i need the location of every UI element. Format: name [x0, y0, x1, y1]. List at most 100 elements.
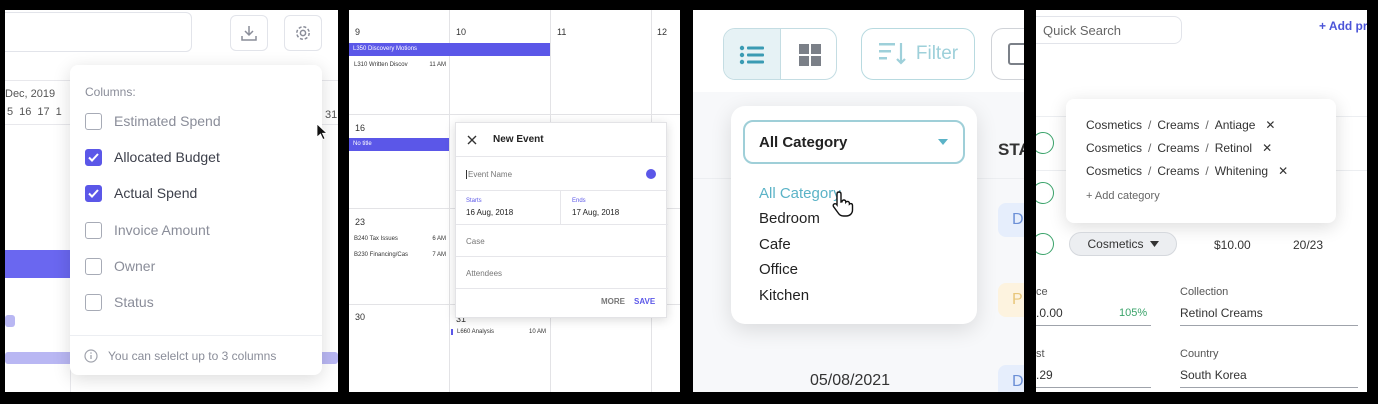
divider	[560, 191, 561, 225]
category-option[interactable]: Bedroom	[759, 210, 820, 227]
checkbox-checked[interactable]	[85, 148, 102, 166]
dialog-header: New Event	[456, 123, 668, 157]
tag-part: Cosmetics	[1086, 141, 1143, 155]
calendar-event[interactable]: B230 Financing/Cas 7 AM	[354, 252, 446, 258]
date-number: 16	[355, 123, 366, 133]
category-chip[interactable]: Cosmetics	[1069, 232, 1177, 256]
status-toggle[interactable]	[1036, 182, 1054, 204]
close-icon[interactable]	[467, 135, 477, 145]
day-number: 17	[37, 106, 50, 118]
column-option[interactable]: Invoice Amount	[85, 220, 210, 240]
new-event-dialog: New Event Event Name Starts 16 Aug, 2018…	[455, 122, 668, 318]
column-option[interactable]: Status	[85, 292, 154, 312]
month-label: Dec, 2019	[5, 88, 56, 100]
download-button[interactable]	[230, 15, 268, 51]
option-label: Estimated Spend	[114, 113, 221, 129]
quick-search-input[interactable]: Quick Search	[1036, 16, 1182, 44]
status-toggle[interactable]	[1036, 233, 1054, 255]
ends-value[interactable]: 17 Aug, 2018	[572, 208, 619, 217]
checkbox-checked[interactable]	[85, 184, 102, 202]
event-name: B230 Financing/Cas	[354, 252, 409, 258]
field-underline	[1036, 325, 1151, 326]
column-option[interactable]: Actual Spend	[85, 183, 197, 203]
hand-cursor-icon	[832, 191, 854, 217]
category-option[interactable]: All Category	[759, 185, 841, 202]
search-input[interactable]	[5, 12, 192, 52]
chip-label: Cosmetics	[1087, 237, 1144, 251]
tag-part: Retinol	[1214, 141, 1253, 155]
grid-line	[449, 10, 450, 392]
event-name-field[interactable]: Event Name	[456, 157, 668, 191]
calendar-event[interactable]: B240 Tax Issues 6 AM	[354, 236, 446, 242]
status-badge: P	[998, 283, 1024, 317]
case-field[interactable]: Case	[456, 225, 668, 257]
column-option[interactable]: Allocated Budget	[85, 147, 220, 167]
select-value: All Category	[759, 133, 848, 151]
event-time: 6 AM	[432, 236, 446, 242]
color-dot[interactable]	[646, 169, 656, 179]
price-value[interactable]: .0.00	[1036, 306, 1063, 320]
save-button[interactable]: SAVE	[634, 297, 655, 306]
gantt-bar[interactable]	[5, 250, 75, 278]
event-time: 7 AM	[432, 252, 446, 258]
stock-ratio: 20/23	[1293, 238, 1324, 252]
event-name-placeholder: Event Name	[466, 170, 513, 179]
checkbox[interactable]	[85, 112, 102, 130]
category-select[interactable]: All Category	[743, 120, 965, 164]
tag-part: Cosmetics	[1086, 118, 1143, 132]
calendar-event[interactable]: L660 Analysis 10 AM	[451, 329, 546, 335]
list-view-button[interactable]	[724, 29, 781, 79]
columns-title: Columns:	[85, 85, 136, 99]
day-number: 31	[325, 109, 338, 121]
calendar-event[interactable]: No title	[349, 138, 449, 151]
gantt-bar[interactable]	[5, 315, 15, 327]
caret-down-icon	[938, 139, 948, 145]
more-button[interactable]: MORE	[601, 297, 625, 306]
category-option[interactable]: Office	[759, 261, 798, 278]
info-icon	[84, 348, 98, 363]
calendar-event[interactable]: L310 Written Discov 11 AM	[354, 62, 446, 68]
option-label: Status	[114, 294, 154, 310]
export-icon	[1008, 43, 1024, 65]
grid-view-button[interactable]	[782, 29, 836, 79]
starts-value[interactable]: 16 Aug, 2018	[466, 208, 513, 217]
category-tag: Cosmetics / Creams / Whitening ✕	[1086, 164, 1289, 178]
collection-value[interactable]: Retinol Creams	[1180, 306, 1263, 320]
checkbox[interactable]	[85, 257, 102, 275]
checkbox[interactable]	[85, 221, 102, 239]
checkbox[interactable]	[85, 293, 102, 311]
field-underline	[1180, 387, 1358, 388]
price-cell: $10.00	[1214, 238, 1251, 252]
filter-button[interactable]: Filter	[861, 28, 975, 80]
columns-dropdown: Columns: Estimated Spend Allocated Budge…	[70, 65, 322, 375]
cost-value[interactable]: .29	[1036, 368, 1053, 382]
caret-down-icon	[1149, 241, 1159, 247]
attendees-field[interactable]: Attendees	[456, 257, 668, 289]
footer-note: You can selelct up to 3 columns	[108, 348, 277, 363]
option-label: Owner	[114, 258, 156, 274]
remove-tag-icon[interactable]: ✕	[1278, 164, 1288, 178]
calendar-event[interactable]: L350 Discovery Motions	[349, 43, 550, 56]
day-numbers: 5 16 17 1	[7, 106, 62, 118]
country-value[interactable]: South Korea	[1180, 368, 1247, 382]
settings-button[interactable]	[284, 15, 322, 51]
column-option[interactable]: Owner	[85, 256, 155, 276]
add-category-link[interactable]: + Add category	[1086, 190, 1160, 202]
filter-label: Filter	[915, 43, 959, 64]
remove-tag-icon[interactable]: ✕	[1262, 141, 1272, 155]
add-product-button[interactable]: + Add pr	[1319, 19, 1367, 33]
grid-icon	[799, 44, 821, 66]
day-number: 1	[55, 106, 62, 118]
ends-label: Ends	[572, 198, 586, 204]
grid-line	[349, 114, 680, 115]
export-button[interactable]	[991, 28, 1024, 80]
status-toggle[interactable]	[1036, 132, 1054, 154]
column-option[interactable]: Estimated Spend	[85, 111, 221, 131]
remove-tag-icon[interactable]: ✕	[1265, 118, 1275, 132]
category-option[interactable]: Cafe	[759, 236, 791, 253]
calendar-panel: 9 10 11 12 L350 Discovery Motions L310 W…	[349, 10, 680, 392]
date-cell: 05/08/2021	[810, 372, 891, 389]
view-toggle	[723, 28, 837, 80]
tag-part: Cosmetics	[1086, 164, 1143, 178]
category-option[interactable]: Kitchen	[759, 287, 809, 304]
